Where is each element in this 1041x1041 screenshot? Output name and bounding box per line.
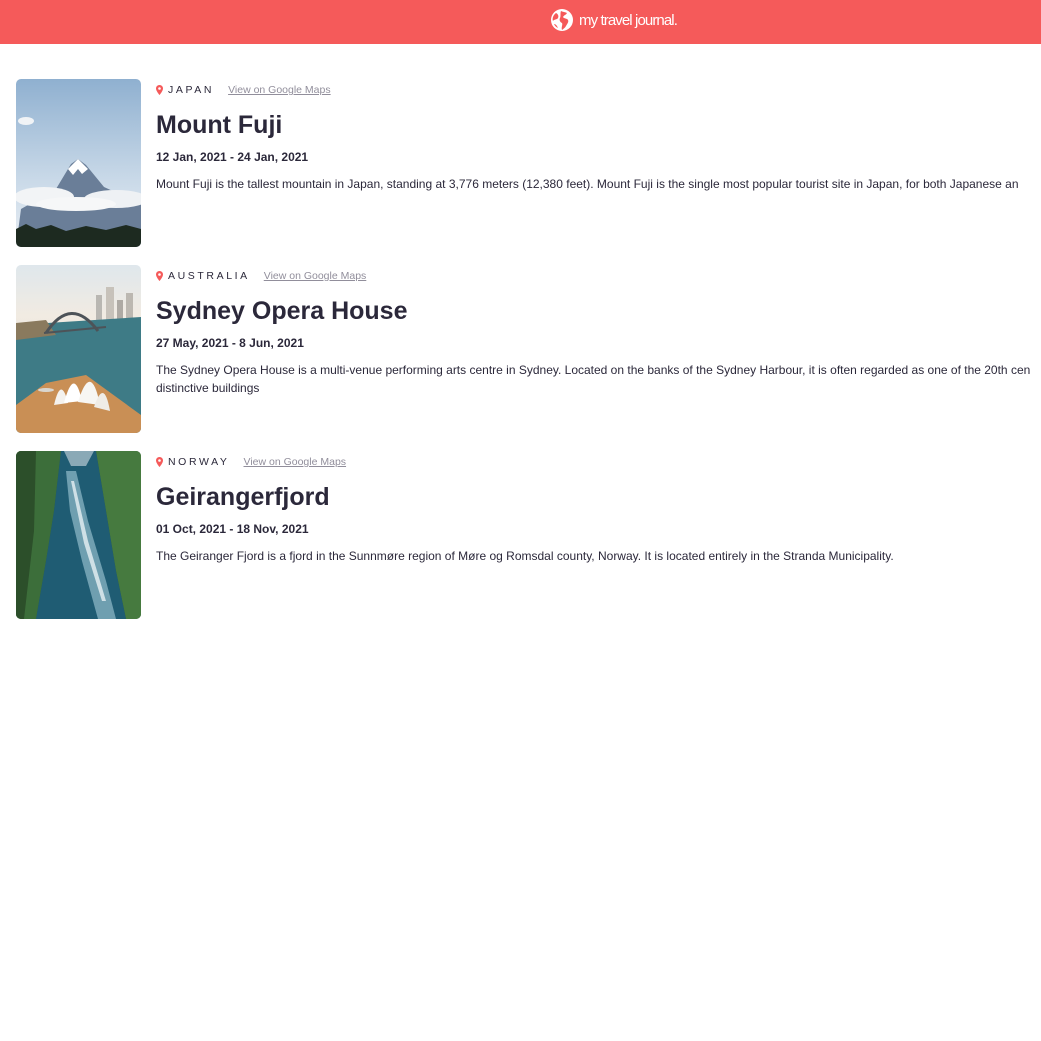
journal-entry: NORWAY View on Google Maps Geirangerfjor… xyxy=(16,451,1041,619)
location-row: AUSTRALIA View on Google Maps xyxy=(156,270,366,282)
entry-content: JAPAN View on Google Maps Mount Fuji 12 … xyxy=(156,79,1041,247)
entry-description: The Sydney Opera House is a multi-venue … xyxy=(156,361,1041,397)
location-pin-icon xyxy=(156,457,163,467)
country-label: JAPAN xyxy=(168,84,215,96)
brand[interactable]: my travel journal. xyxy=(550,8,678,32)
entry-dates: 01 Oct, 2021 - 18 Nov, 2021 xyxy=(156,522,309,536)
entry-description: The Geiranger Fjord is a fjord in the Su… xyxy=(156,549,894,563)
entry-title: Geirangerfjord xyxy=(156,483,330,511)
journal-entry: AUSTRALIA View on Google Maps Sydney Ope… xyxy=(16,265,1041,433)
entry-description-line: The Sydney Opera House is a multi-venue … xyxy=(156,363,1031,377)
location-pin-icon xyxy=(156,271,163,281)
location-row: NORWAY View on Google Maps xyxy=(156,456,346,468)
globe-icon xyxy=(551,9,573,31)
google-maps-link[interactable]: View on Google Maps xyxy=(264,270,367,282)
app-title: my travel journal. xyxy=(579,11,678,29)
entry-content: NORWAY View on Google Maps Geirangerfjor… xyxy=(156,451,1041,619)
entry-title: Mount Fuji xyxy=(156,111,283,139)
country-label: AUSTRALIA xyxy=(168,270,250,282)
entry-description-line: distinctive buildings xyxy=(156,381,260,395)
entry-title: Sydney Opera House xyxy=(156,297,408,325)
entry-dates: 27 May, 2021 - 8 Jun, 2021 xyxy=(156,336,304,350)
location-pin-icon xyxy=(156,85,163,95)
location-row: JAPAN View on Google Maps xyxy=(156,84,331,96)
journal-entry: JAPAN View on Google Maps Mount Fuji 12 … xyxy=(16,79,1041,247)
entry-content: AUSTRALIA View on Google Maps Sydney Ope… xyxy=(156,265,1041,433)
google-maps-link[interactable]: View on Google Maps xyxy=(244,456,347,468)
entry-image-sydney-opera-house xyxy=(16,265,141,433)
entry-image-geirangerfjord xyxy=(16,451,141,619)
entry-image-mount-fuji xyxy=(16,79,141,247)
country-label: NORWAY xyxy=(168,456,230,468)
google-maps-link[interactable]: View on Google Maps xyxy=(228,84,331,96)
entry-description: Mount Fuji is the tallest mountain in Ja… xyxy=(156,177,1019,191)
top-nav: my travel journal. xyxy=(0,0,1041,44)
entry-dates: 12 Jan, 2021 - 24 Jan, 2021 xyxy=(156,150,309,164)
